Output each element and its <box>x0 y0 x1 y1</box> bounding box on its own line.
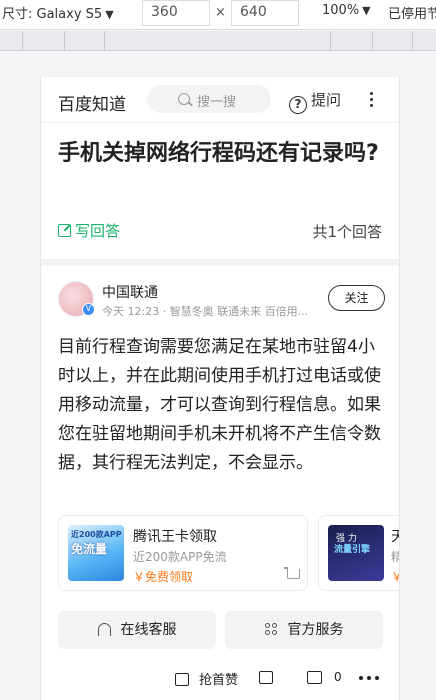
ad-price: ￥免费领取 <box>133 570 194 584</box>
official-service-button[interactable]: 官方服务 <box>225 611 383 649</box>
media-query-divider <box>330 31 331 51</box>
ad-title: 腾讯王卡领取 <box>133 529 217 545</box>
thumb-down-icon[interactable] <box>259 671 273 684</box>
answer-count: 共1个回答 <box>312 223 382 241</box>
ad-price: ￥ <box>391 568 399 585</box>
top-nav: 百度知道 搜一搜 ? 提问 <box>41 77 399 123</box>
online-service-label: 在线客服 <box>120 622 177 638</box>
official-service-label: 官方服务 <box>287 622 344 638</box>
media-query-bar[interactable] <box>0 31 436 51</box>
ad-thumb-text: 免流量 <box>71 542 108 556</box>
ad-card[interactable]: 强 力 流量引擎 天 精 ￥ <box>318 515 399 591</box>
write-answer-label: 写回答 <box>75 222 121 240</box>
devtools-toolbar: 尺寸: Galaxy S5 ▼ 360 × 640 100% ▼ 已停用节 <box>0 0 436 30</box>
times-sign: × <box>215 5 226 20</box>
device-label: 尺寸: Galaxy S5 <box>2 7 103 22</box>
question-title: 手机关掉网络行程码还有记录吗? <box>58 141 379 166</box>
bottom-action-bar: 抢首赞 0 <box>41 661 399 700</box>
answer-meta: 今天 12:23 · 智慧冬奥 联通未来 百倍用... <box>102 305 309 318</box>
width-input[interactable]: 360 <box>142 0 210 26</box>
write-answer-button[interactable]: 写回答 <box>58 220 120 241</box>
more-actions-icon[interactable] <box>359 676 379 680</box>
comment-count: 0 <box>334 670 342 684</box>
media-query-divider <box>22 31 23 51</box>
ad-thumb-text: 近200款APP <box>71 530 122 539</box>
follow-button[interactable]: 关注 <box>328 285 385 311</box>
author-name[interactable]: 中国联通 <box>102 282 158 302</box>
baidu-zhidao-logo[interactable]: 百度知道 <box>58 90 126 115</box>
headset-icon <box>97 623 111 636</box>
ask-button[interactable]: ? 提问 <box>289 89 341 114</box>
ad-thumbnail: 近200款APP 免流量 <box>68 525 124 581</box>
comment-icon[interactable] <box>307 671 322 684</box>
media-query-divider <box>412 31 413 51</box>
search-placeholder: 搜一搜 <box>197 95 237 110</box>
answer-body: 目前行程查询需要您满足在某地市驻留4小时以上，并在此期间使用手机打过电话或使用移… <box>58 337 381 473</box>
zoom-selector[interactable]: 100% ▼ <box>322 3 371 18</box>
ad-card[interactable]: 近200款APP 免流量 腾讯王卡领取 近200款APP免流 ￥免费领取 <box>58 515 308 591</box>
ad-subtitle: 近200款APP免流 <box>133 550 227 564</box>
edit-icon <box>58 224 71 237</box>
ad-subtitle: 精 <box>391 548 399 565</box>
cart-icon[interactable] <box>284 567 300 579</box>
zoom-value: 100% <box>322 3 360 18</box>
question-mark-icon: ? <box>289 96 307 114</box>
device-selector[interactable]: 尺寸: Galaxy S5 ▼ <box>2 3 114 22</box>
media-query-divider <box>64 31 65 51</box>
dropdown-arrow-icon: ▼ <box>105 8 114 21</box>
online-service-button[interactable]: 在线客服 <box>58 611 216 649</box>
ad-title: 天 <box>391 526 399 546</box>
section-divider <box>41 259 399 266</box>
ad-thumb-text: 流量引擎 <box>334 545 371 555</box>
like-button[interactable]: 抢首赞 <box>175 669 238 688</box>
like-label: 抢首赞 <box>199 673 239 688</box>
media-query-divider <box>372 31 373 51</box>
dropdown-arrow-icon: ▼ <box>362 4 371 17</box>
search-icon <box>178 93 190 105</box>
phone-viewport: 百度知道 搜一搜 ? 提问 手机关掉网络行程码还有记录吗? 写回答 共1个回答 V… <box>40 77 400 700</box>
throttle-selector[interactable]: 已停用节 <box>388 3 436 22</box>
verified-badge-icon: V <box>82 303 95 316</box>
height-input[interactable]: 640 <box>231 0 299 26</box>
thumb-up-icon <box>175 673 189 686</box>
grid-icon <box>264 623 278 636</box>
ad-thumbnail: 强 力 流量引擎 <box>328 525 384 581</box>
ask-label: 提问 <box>311 91 342 109</box>
more-menu-icon[interactable] <box>367 89 377 109</box>
search-box[interactable]: 搜一搜 <box>147 85 271 113</box>
media-query-divider <box>104 31 105 51</box>
